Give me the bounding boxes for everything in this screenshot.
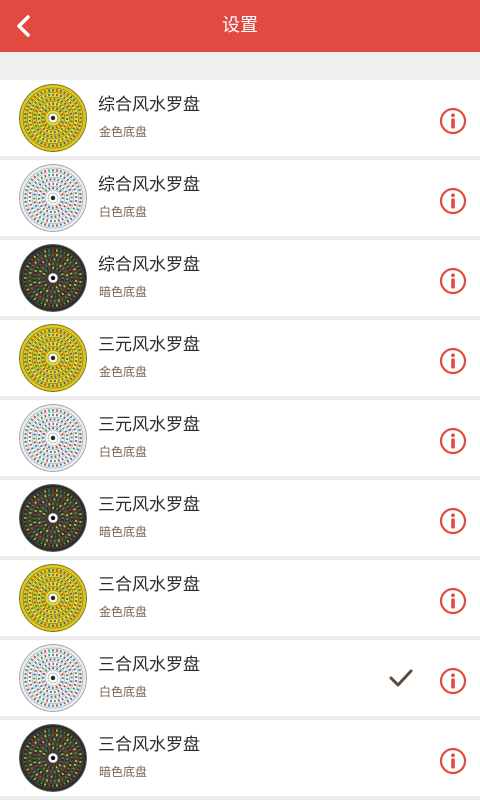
compass-thumbnail	[19, 404, 87, 472]
item-title: 三合风水罗盘	[98, 575, 200, 595]
page-title: 设置	[222, 15, 258, 36]
list-item[interactable]: 综合风水罗盘暗色底盘	[0, 240, 480, 316]
item-title: 三元风水罗盘	[98, 495, 200, 515]
item-subtitle: 暗色底盘	[99, 765, 148, 779]
compass-thumbnail	[19, 724, 87, 792]
list-item[interactable]: 三元风水罗盘白色底盘	[0, 400, 480, 476]
item-subtitle: 白色底盘	[99, 205, 148, 219]
item-subtitle: 暗色底盘	[99, 285, 148, 299]
item-subtitle: 金色底盘	[99, 605, 148, 619]
info-circle-icon[interactable]	[439, 427, 467, 455]
spacer	[0, 52, 480, 80]
item-title: 综合风水罗盘	[98, 95, 200, 115]
item-subtitle: 暗色底盘	[99, 525, 148, 539]
info-circle-icon[interactable]	[439, 507, 467, 535]
item-subtitle: 白色底盘	[99, 685, 148, 699]
info-circle-icon[interactable]	[439, 667, 467, 695]
compass-thumbnail	[19, 84, 87, 152]
item-title: 三元风水罗盘	[98, 415, 200, 435]
list-item[interactable]: 三合风水罗盘暗色底盘	[0, 720, 480, 796]
list-item[interactable]: 三元风水罗盘暗色底盘	[0, 480, 480, 556]
compass-thumbnail	[19, 564, 87, 632]
item-subtitle: 金色底盘	[99, 125, 148, 139]
info-circle-icon[interactable]	[439, 187, 467, 215]
item-title: 综合风水罗盘	[98, 255, 200, 275]
item-title: 三元风水罗盘	[98, 335, 200, 355]
info-circle-icon[interactable]	[439, 587, 467, 615]
list-item[interactable]: 三元风水罗盘金色底盘	[0, 320, 480, 396]
item-subtitle: 金色底盘	[99, 365, 148, 379]
info-circle-icon[interactable]	[439, 347, 467, 375]
list-item[interactable]: 三合风水罗盘金色底盘	[0, 560, 480, 636]
app-header: 设置	[0, 0, 480, 52]
compass-thumbnail	[19, 644, 87, 712]
compass-thumbnail	[19, 244, 87, 312]
info-circle-icon[interactable]	[439, 267, 467, 295]
item-subtitle: 白色底盘	[99, 445, 148, 459]
list-item[interactable]: 三合风水罗盘白色底盘	[0, 640, 480, 716]
list-item[interactable]: 综合风水罗盘白色底盘	[0, 160, 480, 236]
item-title: 综合风水罗盘	[98, 175, 200, 195]
checkmark-icon	[389, 669, 413, 687]
list-item[interactable]: 综合风水罗盘金色底盘	[0, 80, 480, 156]
info-circle-icon[interactable]	[439, 747, 467, 775]
compass-thumbnail	[19, 164, 87, 232]
item-title: 三合风水罗盘	[98, 655, 200, 675]
item-title: 三合风水罗盘	[98, 735, 200, 755]
info-circle-icon[interactable]	[439, 107, 467, 135]
compass-thumbnail	[19, 324, 87, 392]
compass-thumbnail	[19, 484, 87, 552]
